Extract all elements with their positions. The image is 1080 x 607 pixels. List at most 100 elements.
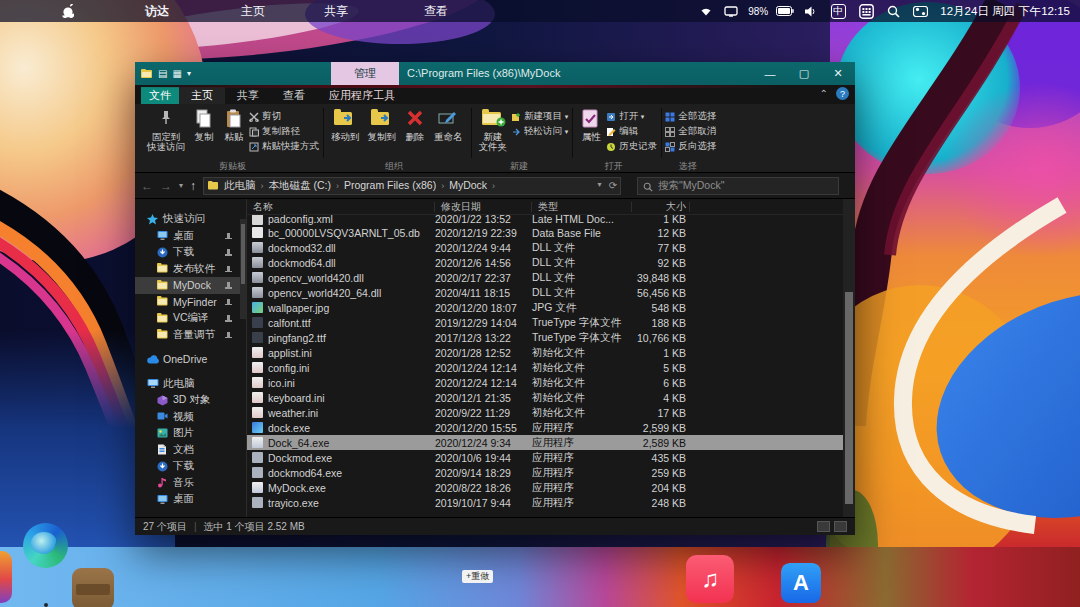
search-icon[interactable] <box>880 5 906 18</box>
apple-menu[interactable] <box>62 0 74 22</box>
sidebar-item-音量调节[interactable]: 音量调节 <box>135 327 246 344</box>
file-row[interactable]: dockmod64.exe2020/9/14 18:29应用程序259 KB <box>247 465 855 480</box>
column-date[interactable]: 修改日期 <box>435 200 532 214</box>
breadcrumb-chevron-icon[interactable]: › <box>438 181 447 191</box>
sidebar-item-下载[interactable]: 下载 <box>135 244 246 261</box>
qat-customize-icon[interactable]: ▾ <box>187 69 191 78</box>
search-box[interactable]: 搜索"MyDock" <box>637 177 839 195</box>
sidebar-scrollbar[interactable] <box>240 219 246 319</box>
copy-button[interactable]: 复制 <box>189 107 219 144</box>
keyboard-icon[interactable] <box>852 4 880 19</box>
file-row[interactable]: trayico.exe2019/10/17 9:44应用程序248 KB <box>247 495 855 510</box>
sidebar-item-MyFinder[interactable]: MyFinder <box>135 294 246 311</box>
sidebar-item-VC编译[interactable]: VC编译 <box>135 310 246 327</box>
control-center-icon[interactable] <box>906 6 934 17</box>
file-row[interactable]: padconfig.xml2020/1/22 13:52Late HTML Do… <box>247 215 855 225</box>
maximize-button[interactable]: ▢ <box>787 62 821 85</box>
pin-to-quick-access-button[interactable]: 固定到快速访问 <box>143 107 189 154</box>
breadcrumb-segment[interactable]: 本地磁盘 (C:) <box>267 179 333 191</box>
file-row[interactable]: MyDock.exe2020/8/22 18:26应用程序204 KB <box>247 480 855 495</box>
title-bar[interactable]: ▤ ▦ ▾ 管理 C:\Program Files (x86)\MyDock —… <box>135 62 855 85</box>
menubar-clock[interactable]: 12月24日 周四 下午12:15 <box>934 4 1080 19</box>
file-row[interactable]: dockmod32.dll2020/12/24 9:44DLL 文件77 KB <box>247 240 855 255</box>
dock-item-partial-app[interactable] <box>0 551 12 603</box>
paste-shortcut-button[interactable]: 粘贴快捷方式 <box>249 140 319 153</box>
new-folder-button[interactable]: 新建文件夹 <box>475 107 512 154</box>
sidebar-item-onedrive[interactable]: OneDrive <box>135 351 246 368</box>
tab-home[interactable]: 主页 <box>179 87 225 104</box>
volume-icon[interactable] <box>798 6 824 17</box>
cut-button[interactable]: 剪切 <box>249 110 319 123</box>
breadcrumb-segment[interactable]: Program Files (x86) <box>342 179 438 191</box>
breadcrumb-chevron-icon[interactable]: › <box>333 181 342 191</box>
delete-button[interactable]: 删除 <box>400 107 430 144</box>
file-row[interactable]: Dock_64.exe2020/12/24 9:34应用程序2,589 KB <box>247 435 855 450</box>
column-size[interactable]: 大小 <box>632 200 690 214</box>
collapse-ribbon-icon[interactable]: ⌃ <box>820 88 828 99</box>
battery-icon[interactable] <box>772 6 798 16</box>
select-none-button[interactable]: 全部取消 <box>665 125 716 138</box>
file-row[interactable]: opencv_world420.dll2020/2/17 22:37DLL 文件… <box>247 270 855 285</box>
sidebar-item-3D 对象[interactable]: 3D 对象 <box>135 392 246 409</box>
file-menu-button[interactable]: 文件 <box>141 87 179 104</box>
sidebar-item-视频[interactable]: 视频 <box>135 409 246 426</box>
file-row[interactable]: applist.ini2020/1/28 12:52初始化文件1 KB <box>247 345 855 360</box>
sidebar-item-音乐[interactable]: 音乐 <box>135 475 246 492</box>
tab-view[interactable]: 查看 <box>271 87 317 104</box>
address-dropdown-icon[interactable]: ▾ <box>598 180 602 191</box>
close-button[interactable]: ✕ <box>821 62 855 85</box>
file-row[interactable]: opencv_world420_64.dll2020/4/11 18:15DLL… <box>247 285 855 300</box>
breadcrumb-chevron-icon[interactable]: › <box>258 181 267 191</box>
open-button[interactable]: 打开 ▾ <box>606 110 657 123</box>
menu-share[interactable]: 共享 <box>324 0 348 22</box>
display-icon[interactable] <box>718 6 744 17</box>
breadcrumb-chevron-icon[interactable]: › <box>489 181 498 191</box>
easy-access-button[interactable]: 轻松访问 ▾ <box>511 125 568 138</box>
file-row[interactable]: ico.ini2020/12/24 12:14初始化文件6 KB <box>247 375 855 390</box>
manage-contextual-tab[interactable]: 管理 <box>331 62 399 85</box>
menu-view[interactable]: 查看 <box>424 0 448 22</box>
file-row[interactable]: dock.exe2020/12/20 15:55应用程序2,599 KB <box>247 420 855 435</box>
file-row[interactable]: weather.ini2020/9/22 11:29初始化文件17 KB <box>247 405 855 420</box>
back-button[interactable]: ← <box>141 179 153 193</box>
sidebar-item-桌面[interactable]: 桌面 <box>135 228 246 245</box>
dock-item-wallet[interactable] <box>72 568 114 607</box>
breadcrumb-segment[interactable]: 此电脑 <box>222 179 258 191</box>
refresh-icon[interactable]: ⟳ <box>609 180 617 191</box>
ime-icon[interactable]: 中 <box>824 4 852 19</box>
file-row[interactable]: wallpaper.jpg2020/12/20 18:07JPG 文件548 K… <box>247 300 855 315</box>
copy-to-button[interactable]: 复制到 <box>364 107 401 144</box>
sidebar-item-this-pc[interactable]: 此电脑 <box>135 376 246 393</box>
help-icon[interactable]: ? <box>836 87 849 100</box>
invert-selection-button[interactable]: 反向选择 <box>665 140 716 153</box>
sidebar-item-MyDock[interactable]: MyDock <box>135 277 246 294</box>
menu-home[interactable]: 主页 <box>241 0 265 22</box>
sidebar-item-桌面[interactable]: 桌面 <box>135 491 246 508</box>
sidebar-item-发布软件[interactable]: 发布软件 <box>135 261 246 278</box>
recent-dropdown[interactable]: ▾ <box>179 181 183 190</box>
column-type[interactable]: 类型 <box>532 200 632 214</box>
breadcrumb-bar[interactable]: 此电脑›本地磁盘 (C:)›Program Files (x86)›MyDock… <box>203 177 621 195</box>
file-row[interactable]: config.ini2020/12/24 12:14初始化文件5 KB <box>247 360 855 375</box>
history-button[interactable]: 历史记录 <box>606 140 657 153</box>
dock-item-app-store[interactable] <box>781 563 821 603</box>
menu-finder[interactable]: 访达 <box>145 0 169 22</box>
move-to-button[interactable]: 移动到 <box>327 107 364 144</box>
properties-button[interactable]: 属性 <box>576 107 606 144</box>
dock-item-music[interactable] <box>686 555 734 603</box>
tab-app-tools[interactable]: 应用程序工具 <box>317 87 407 104</box>
edit-button[interactable]: 编辑 <box>606 125 657 138</box>
file-row[interactable]: Dockmod.exe2020/10/6 19:44应用程序435 KB <box>247 450 855 465</box>
qat-properties-icon[interactable]: ▤ <box>158 68 167 79</box>
dock-item-edge-browser[interactable] <box>23 523 68 568</box>
sidebar-item-下载[interactable]: 下载 <box>135 458 246 475</box>
copy-path-button[interactable]: 复制路径 <box>249 125 319 138</box>
wifi-icon[interactable] <box>694 6 718 17</box>
rename-button[interactable]: 重命名 <box>430 107 467 144</box>
file-row[interactable]: keyboard.ini2020/12/1 21:35初始化文件4 KB <box>247 390 855 405</box>
sidebar-item-图片[interactable]: 图片 <box>135 425 246 442</box>
up-button[interactable]: ↑ <box>190 179 196 193</box>
paste-button[interactable]: 粘贴 <box>219 107 249 144</box>
breadcrumb-segment[interactable]: MyDock <box>447 179 489 191</box>
sidebar-item-quick-access[interactable]: 快速访问 <box>135 211 246 228</box>
